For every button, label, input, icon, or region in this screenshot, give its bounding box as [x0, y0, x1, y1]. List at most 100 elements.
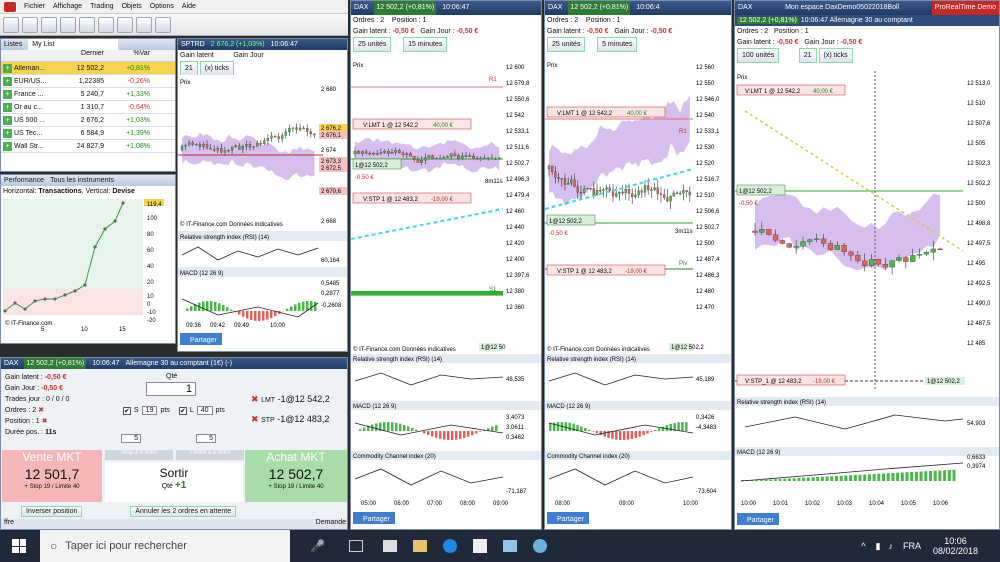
- add-icon[interactable]: +: [3, 76, 12, 86]
- macd-bar: [495, 425, 498, 431]
- lmt-order[interactable]: -1@12 542,2: [278, 394, 330, 404]
- macd-bar: [591, 431, 595, 432]
- add-icon[interactable]: +: [3, 141, 12, 151]
- menu-fichier[interactable]: Fichier: [24, 3, 45, 10]
- dax-interval-select[interactable]: 5 minutes: [597, 37, 638, 52]
- watchlist-row[interactable]: + US 500 ... 2 676,2 +1,03%: [1, 114, 175, 127]
- help-icon[interactable]: [155, 16, 171, 33]
- task-view-icon[interactable]: [348, 540, 363, 552]
- cancel-stp-icon[interactable]: ✖: [251, 414, 259, 424]
- volume-icon[interactable]: ♪: [888, 541, 893, 551]
- menu-options[interactable]: Options: [150, 3, 174, 10]
- sptrd-title: SPTRD: [181, 41, 205, 48]
- dax-chart[interactable]: Prix V:LMT 1 @ 12 542,2 40,00 € 1@12 502,2 -…: [545, 59, 732, 529]
- watchlist-row[interactable]: + US Tec... 6 584,9 +1,39%: [1, 127, 175, 140]
- macd-bar: [258, 311, 261, 321]
- stop-order-label: V:STP_1 @ 12 483,2: [745, 379, 802, 385]
- watchlist-row[interactable]: + Wall Str... 24 827,9 +1,08%: [1, 140, 175, 153]
- lang-indicator[interactable]: FRA: [903, 541, 921, 551]
- add-icon[interactable]: +: [3, 89, 12, 99]
- close-position-icon[interactable]: ✖: [42, 418, 48, 425]
- tray-up-icon[interactable]: ^: [861, 541, 865, 551]
- sptrd-chart[interactable]: Prix2 6802 676,22 676,12 6742 673,32 672…: [178, 75, 348, 352]
- explorer-icon[interactable]: [412, 540, 427, 552]
- add-icon[interactable]: +: [3, 63, 12, 73]
- dax-units-select[interactable]: 25 unités: [353, 37, 392, 52]
- perf-tab[interactable]: Tous les instruments: [50, 175, 114, 186]
- dax-x-tick: 08:00: [460, 501, 476, 507]
- prorealtime-icon[interactable]: [502, 540, 517, 552]
- dax-y-label: 12 516,7: [696, 177, 720, 183]
- reverse-position-button[interactable]: Inverser position: [21, 505, 83, 517]
- network-icon[interactable]: ▮: [876, 541, 881, 552]
- limit-5-ticks-button[interactable]: Limite à 5 ticks: [176, 450, 244, 460]
- windows-start-icon[interactable]: [12, 539, 26, 553]
- menu-affichage[interactable]: Affichage: [53, 3, 82, 10]
- cancel-orders-button[interactable]: Annuler les 2 ordres en attente: [130, 505, 237, 517]
- dax-chart[interactable]: Prix V:LMT 1 @ 12 542,2 40,00 € 1@12 502,2 -…: [351, 59, 542, 529]
- chart-icon[interactable]: [22, 16, 38, 33]
- edge-icon[interactable]: [442, 539, 457, 553]
- list-icon[interactable]: [41, 16, 57, 33]
- main-ticks-type[interactable]: (x) ticks: [818, 48, 853, 63]
- dax-units-select[interactable]: 25 unités: [547, 37, 586, 52]
- add-icon[interactable]: +: [3, 128, 12, 138]
- sptrd-units-type[interactable]: (x) ticks: [199, 61, 234, 76]
- main-y-label: 12 500: [967, 201, 986, 207]
- sell-market-button[interactable]: Vente MKT 12 501,7 + Stop 19 / Limite 40: [2, 450, 102, 502]
- main-units-select[interactable]: 100 unités: [737, 48, 780, 63]
- main-name: Allemagne 30 au comptant: [829, 17, 913, 24]
- alert-icon[interactable]: [79, 16, 95, 33]
- menu-objets[interactable]: Objets: [122, 3, 142, 10]
- close-order-icon[interactable]: ✖: [38, 407, 44, 414]
- col-var[interactable]: %Var: [104, 50, 150, 61]
- spin-limit[interactable]: 5: [196, 434, 216, 443]
- main-position: 1: [804, 28, 809, 35]
- main-ticks-input[interactable]: 21: [798, 48, 817, 63]
- add-icon[interactable]: +: [3, 115, 12, 125]
- watchlist-row[interactable]: + Alleman... 12 502,2 +0,81%: [1, 62, 175, 75]
- stp-order[interactable]: -1@12 483,2: [277, 414, 329, 424]
- watchlist-row[interactable]: + France ... 5 240,7 +1,33%: [1, 88, 175, 101]
- mic-icon[interactable]: 🎤: [310, 539, 325, 553]
- watchlist-row[interactable]: + EUR/US... 1,22385 -0,26%: [1, 75, 175, 88]
- main-chart[interactable]: Prix V:LMT 1 @ 12 542,2 40,00 € 1@12 502,2 -…: [735, 71, 1000, 530]
- stop-5-ticks-button[interactable]: Stop à 5 ticks: [105, 450, 173, 460]
- dax-y-label: 12 397,6: [506, 273, 530, 279]
- watchlist-row[interactable]: + Or au c... 1 310,7 -0,64%: [1, 101, 175, 114]
- buy-market-button[interactable]: Achat MKT 12 502,7 + Stop 19 / Limite 40: [245, 450, 347, 502]
- candle: [752, 230, 758, 233]
- qty-input[interactable]: 1: [146, 382, 196, 396]
- java-icon[interactable]: [472, 539, 487, 553]
- exit-button[interactable]: Sortir Qté +1: [105, 462, 243, 502]
- macd-bar: [218, 303, 221, 311]
- add-icon[interactable]: +: [3, 102, 12, 112]
- dax-interval-select[interactable]: 15 minutes: [403, 37, 448, 52]
- new-window-icon[interactable]: [3, 16, 19, 33]
- menu-aide[interactable]: Aide: [182, 3, 196, 10]
- col-dernier[interactable]: Dernier: [46, 50, 104, 61]
- portfolio-icon[interactable]: [117, 16, 133, 33]
- menu-trading[interactable]: Trading: [90, 3, 113, 10]
- settings-icon[interactable]: [136, 16, 152, 33]
- taskbar-search[interactable]: ○ Taper ici pour rechercher: [40, 530, 290, 562]
- list-select[interactable]: My List: [28, 39, 119, 50]
- cancel-lmt-icon[interactable]: ✖: [251, 394, 259, 404]
- spin-stop[interactable]: 5: [121, 434, 141, 443]
- order-icon[interactable]: [98, 16, 114, 33]
- sptrd-units[interactable]: 21: [180, 61, 198, 76]
- stop-checkbox[interactable]: ✔: [123, 406, 131, 415]
- main-ordres: 2: [764, 28, 769, 35]
- store-icon[interactable]: [382, 540, 397, 552]
- stop-input[interactable]: 19: [141, 406, 158, 415]
- limit-input[interactable]: 40: [196, 406, 213, 415]
- limit-checkbox[interactable]: ✔: [178, 406, 187, 415]
- demand-radio[interactable]: Demande: [316, 519, 346, 529]
- candle: [386, 150, 390, 154]
- app-icon[interactable]: [532, 539, 547, 553]
- clock[interactable]: 10:06 08/02/2018: [933, 536, 978, 556]
- macd-bar: [681, 422, 684, 431]
- candle: [653, 187, 656, 190]
- perf-title[interactable]: Performance: [4, 175, 44, 186]
- search-icon[interactable]: [60, 16, 76, 33]
